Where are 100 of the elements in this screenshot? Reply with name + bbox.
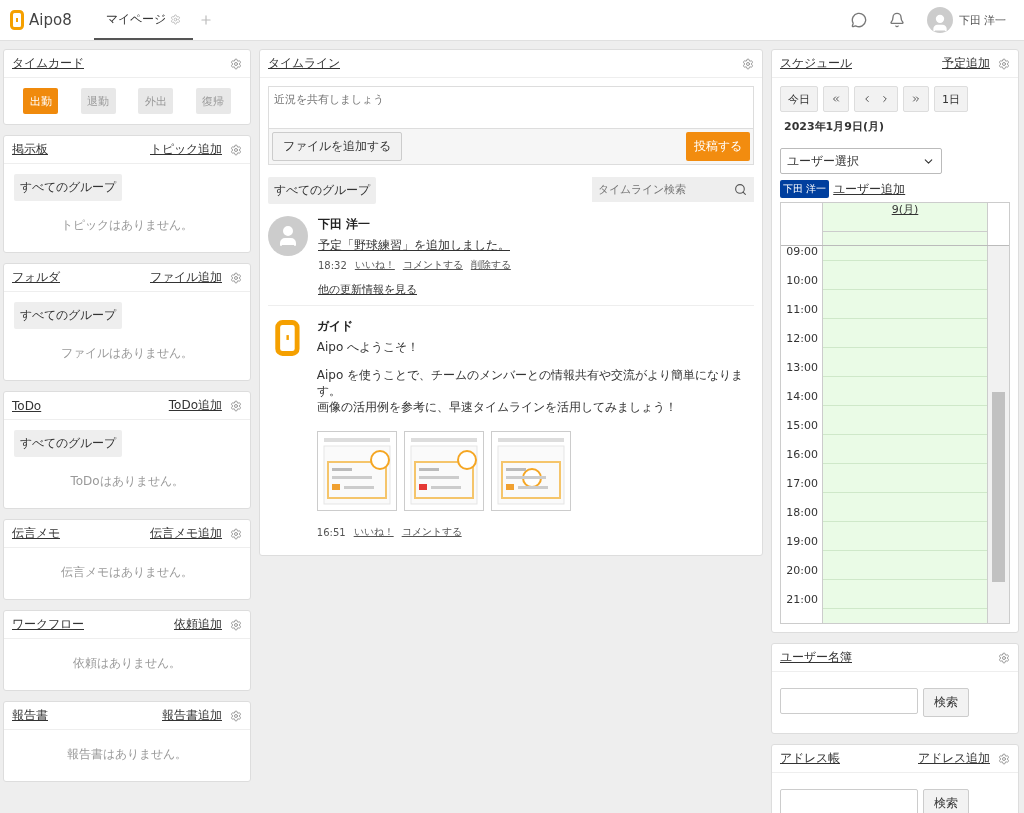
hour-label: 14:00 (785, 391, 819, 405)
post-action-link[interactable]: いいね！ (353, 525, 394, 539)
hour-label: 19:00 (785, 536, 819, 550)
settings-icon[interactable] (742, 57, 754, 70)
more-link[interactable]: 他の更新情報を見る (318, 282, 417, 297)
settings-icon[interactable] (998, 57, 1010, 70)
scrollbar[interactable] (988, 246, 1009, 623)
post-action-link[interactable]: コメントする (402, 258, 463, 272)
day-navigation-button[interactable] (854, 86, 898, 112)
hour-label: 17:00 (785, 478, 819, 492)
right-icon (880, 94, 890, 104)
post-time: 16:51 (316, 526, 346, 538)
search-field[interactable]: タイムライン検索 (592, 177, 726, 202)
search-field[interactable] (780, 789, 918, 813)
author-name[interactable]: ガイド (316, 318, 353, 335)
settings-icon[interactable] (230, 57, 242, 70)
search-button[interactable]: 検索 (923, 688, 969, 717)
double-left-icon (831, 94, 841, 104)
avatar (268, 216, 308, 256)
group-button[interactable]: すべてのグループ (268, 177, 376, 204)
schedule-date: 2023年1月9日(月) (783, 119, 885, 135)
post-action-link[interactable]: コメントする (401, 525, 462, 539)
add-link[interactable]: ファイル追加 (150, 269, 222, 286)
post-link[interactable]: 予定「野球練習」を追加しました。 (318, 237, 510, 254)
add-link[interactable]: 報告書追加 (162, 707, 222, 724)
empty-message: ファイルはありません。 (60, 345, 194, 362)
panel-title[interactable]: ワークフロー (12, 616, 84, 633)
search-button[interactable] (726, 177, 754, 202)
hour-label: 18:00 (785, 507, 819, 521)
user-name[interactable]: 下田 洋一 (958, 12, 1006, 28)
left-icon (862, 94, 872, 104)
panel-title[interactable]: タイムカード (12, 55, 84, 72)
avatar[interactable] (926, 7, 953, 33)
hour-label: 09:00 (785, 246, 819, 260)
post-action-link[interactable]: いいね！ (354, 258, 395, 272)
user-select[interactable]: ユーザー選択 (780, 148, 942, 174)
add-tab-icon[interactable] (199, 13, 213, 27)
hour-label: 10:00 (785, 275, 819, 289)
panel-title[interactable]: ユーザー名簿 (780, 649, 852, 666)
post-text: 画像の活用例を参考に、早速タイムラインを活用してみましょう！ (316, 399, 678, 415)
next-week-button[interactable] (903, 86, 929, 112)
add-link[interactable]: アドレス追加 (918, 750, 990, 767)
empty-message: 報告書はありません。 (66, 746, 188, 763)
settings-icon[interactable] (230, 143, 242, 156)
previous-week-button[interactable] (823, 86, 849, 112)
today-button[interactable]: 今日 (780, 86, 818, 112)
settings-icon[interactable] (170, 13, 181, 25)
add-user-link[interactable]: ユーザー追加 (833, 180, 906, 198)
hour-label: 11:00 (785, 304, 819, 318)
settings-icon[interactable] (230, 271, 242, 284)
author-name[interactable]: 下田 洋一 (318, 216, 371, 233)
add-link[interactable]: 予定追加 (942, 55, 990, 72)
post-text: Aipo へようこそ！ (316, 339, 421, 355)
add-file-button[interactable]: ファイルを追加する (272, 132, 402, 161)
hour-label: 12:00 (785, 333, 819, 347)
settings-icon[interactable] (230, 618, 242, 631)
post-action-link[interactable]: 削除する (470, 258, 511, 272)
range-button[interactable]: 1日 (934, 86, 968, 112)
panel-title[interactable]: アドレス帳 (780, 750, 840, 767)
search-icon (733, 183, 747, 196)
add-link[interactable]: 伝言メモ追加 (150, 525, 222, 542)
add-link[interactable]: 依頼追加 (174, 616, 222, 633)
settings-icon[interactable] (998, 651, 1010, 664)
hour-label: 13:00 (785, 362, 819, 376)
empty-message: トピックはありません。 (60, 217, 194, 234)
add-link[interactable]: トピック追加 (150, 141, 222, 158)
panel-title[interactable]: フォルダ (12, 269, 60, 286)
panel-title[interactable]: タイムライン (268, 55, 340, 72)
bell-icon[interactable] (888, 12, 905, 28)
panel-title[interactable]: 報告書 (12, 707, 48, 724)
add-link[interactable]: ToDo追加 (168, 397, 222, 414)
empty-message: 伝言メモはありません。 (60, 564, 194, 581)
group-button[interactable]: すべてのグループ (14, 174, 122, 201)
group-button[interactable]: すべてのグループ (14, 430, 122, 457)
hour-label: 16:00 (785, 449, 819, 463)
user-tag[interactable]: 下田 洋一 (780, 180, 830, 198)
status-field[interactable]: 近況を共有しましょう (269, 87, 753, 129)
page-tab[interactable]: マイページ (94, 0, 193, 40)
settings-icon[interactable] (230, 527, 242, 540)
search-field[interactable] (780, 688, 918, 714)
panel-title[interactable]: スケジュール (780, 55, 852, 72)
panel-title[interactable]: ToDo (12, 398, 42, 413)
day-column[interactable] (822, 246, 988, 623)
settings-icon[interactable] (230, 709, 242, 722)
logo-text: Aipo8 (29, 11, 72, 29)
logo-icon (10, 10, 24, 30)
hour-label: 15:00 (785, 420, 819, 434)
group-button[interactable]: すべてのグループ (14, 302, 122, 329)
double-right-icon (911, 94, 921, 104)
post-time: 18:32 (318, 259, 347, 271)
panel-title[interactable]: 掲示板 (12, 141, 48, 158)
search-button[interactable]: 検索 (923, 789, 969, 813)
settings-icon[interactable] (230, 399, 242, 412)
chat-icon[interactable] (850, 12, 867, 28)
empty-message: ToDoはありません。 (69, 473, 185, 490)
empty-message: 依頼はありません。 (72, 655, 182, 672)
hour-label: 20:00 (785, 565, 819, 579)
panel-title[interactable]: 伝言メモ (12, 525, 60, 542)
settings-icon[interactable] (998, 752, 1010, 765)
post-text: Aipo を使うことで、チームのメンバーとの情報共有や交流がより簡単になります。 (316, 367, 745, 399)
